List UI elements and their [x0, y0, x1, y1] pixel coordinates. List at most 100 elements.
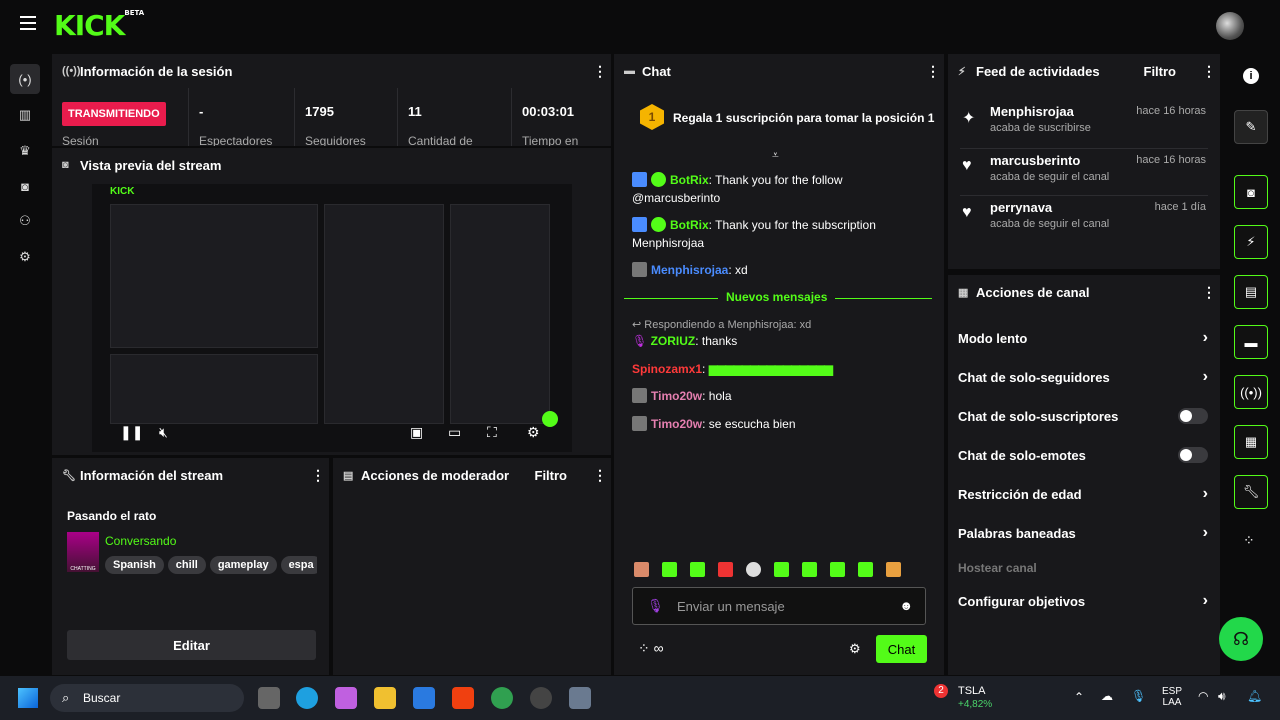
stream-info-toggle-icon[interactable]: 🔧︎: [1234, 475, 1268, 509]
copilot-icon[interactable]: [335, 687, 357, 709]
support-headset-icon[interactable]: ☊: [1219, 617, 1263, 661]
emote-icon[interactable]: [774, 562, 789, 577]
brave-icon[interactable]: [452, 687, 474, 709]
fullscreen-icon[interactable]: ⛶: [487, 424, 497, 441]
chat-username[interactable]: BotRix: [670, 218, 709, 232]
language-indicator[interactable]: ESP LAA: [1162, 686, 1182, 708]
filter-button[interactable]: Filtro: [1144, 64, 1177, 79]
settings-icon[interactable]: ⚙: [10, 242, 40, 272]
more-icon[interactable]: ⋮: [926, 63, 940, 80]
pause-icon[interactable]: ❚❚: [120, 424, 143, 441]
activity-toggle-icon[interactable]: ⚡︎: [1234, 225, 1268, 259]
feed-item[interactable]: ✦ Menphisrojaa acaba de suscribirse hace…: [960, 100, 1208, 146]
emote-icon[interactable]: [858, 562, 873, 577]
obs-icon[interactable]: [530, 687, 552, 709]
more-icon[interactable]: ⋮: [1202, 63, 1216, 80]
chat-username[interactable]: Menphisrojaa: [651, 263, 728, 277]
chat-username[interactable]: Timo20w: [651, 417, 702, 431]
more-icon[interactable]: ⋮: [593, 467, 607, 484]
volume-icon[interactable]: 🔊︎: [1218, 689, 1226, 704]
action-followers-only[interactable]: Chat de solo-seguidores ›: [958, 362, 1208, 392]
notification-bell-icon[interactable]: 🔔︎: [1247, 689, 1262, 703]
channel-toggle-icon[interactable]: ▦: [1234, 425, 1268, 459]
emote-icon[interactable]: [830, 562, 845, 577]
chevron-right-icon: ›: [1202, 368, 1208, 385]
menu-icon[interactable]: [20, 16, 36, 30]
channel-actions-panel: ▦ Acciones de canal ⋮ Modo lento › Chat d…: [948, 275, 1220, 675]
pinned-text: Regala 1 suscripción para tomar la posic…: [673, 111, 935, 125]
stream-nav-icon[interactable]: (•): [10, 64, 40, 94]
camera-icon[interactable]: ◙: [10, 171, 40, 201]
kick-logo[interactable]: KICKBETA: [54, 9, 144, 42]
collapse-icon[interactable]: ⩡: [772, 148, 779, 163]
emotes-only-toggle[interactable]: [1178, 447, 1208, 463]
edit-layout-icon[interactable]: ✎: [1234, 110, 1268, 144]
users-icon[interactable]: ⚇: [10, 206, 40, 236]
action-configure-goals[interactable]: Configurar objetivos ›: [958, 586, 1208, 616]
send-chat-button[interactable]: Chat: [876, 635, 927, 663]
mute-icon[interactable]: 🔇︎: [159, 424, 168, 441]
trophy-icon[interactable]: ♛: [10, 136, 40, 166]
chat-users-icon[interactable]: ⁘ ∞: [638, 640, 664, 657]
stock-name[interactable]: TSLA: [958, 685, 986, 697]
avatar[interactable]: [1216, 12, 1244, 40]
edge-icon[interactable]: [296, 687, 318, 709]
wifi-icon[interactable]: ◠: [1198, 689, 1208, 703]
category-thumbnail[interactable]: CHATTING: [67, 532, 99, 572]
filter-button[interactable]: Filtro: [535, 468, 568, 483]
chat-input[interactable]: 🎙︎ Enviar un mensaje ☻: [632, 587, 926, 625]
tag[interactable]: chill: [167, 556, 206, 574]
chat-username[interactable]: Timo20w: [651, 389, 702, 403]
chevron-up-icon[interactable]: ⌃: [1074, 690, 1084, 704]
edit-button[interactable]: Editar: [67, 630, 316, 660]
emote-icon[interactable]: [746, 562, 761, 577]
notes-icon[interactable]: ▤: [1234, 275, 1268, 309]
chat-username[interactable]: Spinozamx1: [632, 362, 702, 376]
session-toggle-icon[interactable]: ((•)): [1234, 375, 1268, 409]
settings-app-icon[interactable]: [569, 687, 591, 709]
action-slow-mode[interactable]: Modo lento ›: [958, 323, 1208, 353]
more-icon[interactable]: ⋮: [1202, 284, 1216, 301]
analytics-icon[interactable]: ▥: [10, 100, 40, 130]
emote-icon[interactable]: [634, 562, 649, 577]
action-age-restriction[interactable]: Restricción de edad ›: [958, 479, 1208, 509]
feed-item[interactable]: ♥ marcusberinto acaba de seguir el canal…: [960, 148, 1208, 194]
tag[interactable]: Spanish: [105, 556, 164, 574]
action-banned-words[interactable]: Palabras baneadas ›: [958, 518, 1208, 548]
category-link[interactable]: Conversando: [105, 534, 176, 548]
microphone-icon[interactable]: 🎙︎: [1131, 689, 1146, 703]
emoji-icon[interactable]: ☻: [899, 598, 913, 613]
video-player[interactable]: KICK: [92, 184, 572, 452]
info-icon[interactable]: i: [1243, 68, 1259, 84]
subscribers-only-toggle[interactable]: [1178, 408, 1208, 424]
tag[interactable]: espa: [280, 556, 317, 574]
chat-settings-icon[interactable]: ⚙: [849, 641, 861, 657]
emote-icon[interactable]: [718, 562, 733, 577]
more-icon[interactable]: ⋮: [311, 467, 325, 484]
start-icon[interactable]: [18, 688, 38, 708]
chat-username[interactable]: BotRix: [670, 173, 709, 187]
chrome-icon[interactable]: [491, 687, 513, 709]
emote-icon[interactable]: [690, 562, 705, 577]
chat-username[interactable]: ZORIUZ: [651, 334, 696, 348]
emote-icon[interactable]: [886, 562, 901, 577]
taskbar-search[interactable]: ⌕ Buscar: [50, 684, 244, 712]
tag[interactable]: gameplay: [209, 556, 277, 574]
more-icon[interactable]: ⋮: [593, 63, 607, 80]
pip-icon[interactable]: ▣: [410, 424, 423, 441]
emote-icon[interactable]: [802, 562, 817, 577]
player-settings-icon[interactable]: ⚙: [527, 424, 540, 441]
theater-icon[interactable]: ▭: [448, 424, 461, 441]
file-explorer-icon[interactable]: [374, 687, 396, 709]
chat-toggle-icon[interactable]: ▬: [1234, 325, 1268, 359]
emote-icon[interactable]: [662, 562, 677, 577]
community-icon[interactable]: ⁘: [1243, 532, 1255, 549]
mic-icon[interactable]: 🎙︎: [647, 598, 664, 614]
feed-item[interactable]: ♥ perrynava acaba de seguir el canal hac…: [960, 195, 1208, 241]
pinned-gift-banner[interactable]: 1 Regala 1 suscripción para tomar la pos…: [614, 92, 944, 144]
task-view-icon[interactable]: [258, 687, 280, 709]
cloud-icon[interactable]: ☁: [1101, 689, 1113, 703]
preview-toggle-icon[interactable]: ◙: [1234, 175, 1268, 209]
store-icon[interactable]: [413, 687, 435, 709]
status-cell: TRANSMITIENDO Sesión: [52, 88, 189, 146]
